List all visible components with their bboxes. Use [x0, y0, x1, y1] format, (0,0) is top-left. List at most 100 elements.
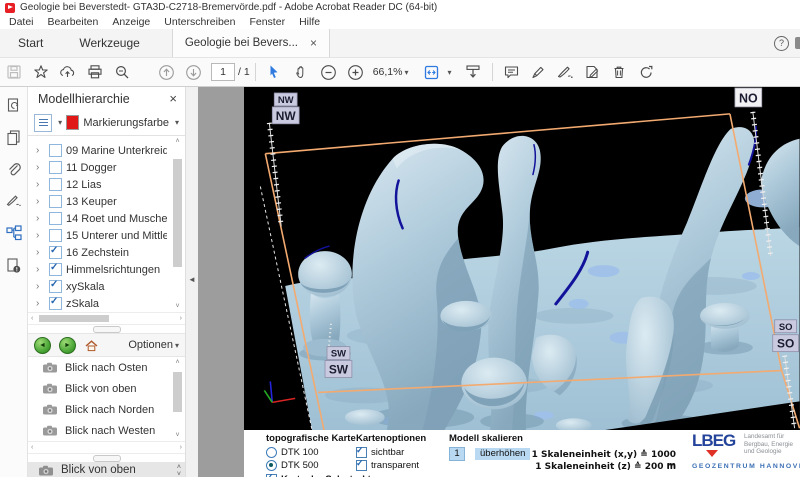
select-tool-icon[interactable]	[261, 60, 288, 84]
collapse-panel-icon[interactable]: ◄	[188, 275, 196, 284]
visibility-checkbox[interactable]	[49, 229, 62, 242]
edit-page-icon[interactable]	[579, 60, 606, 84]
panel-divider[interactable]: ◄	[185, 87, 198, 477]
menu-item[interactable]: Anzeige	[105, 16, 157, 28]
search-icon[interactable]	[108, 60, 135, 84]
account-icon[interactable]	[795, 37, 800, 49]
panel-splitter[interactable]	[28, 454, 185, 463]
visibility-checkbox[interactable]	[49, 144, 62, 157]
visibility-checkbox[interactable]	[49, 212, 62, 225]
chevron-right-icon[interactable]: ›	[36, 213, 45, 224]
visibility-checkbox[interactable]	[49, 161, 62, 174]
menu-item[interactable]: Unterschreiben	[157, 16, 242, 28]
model-tree-item[interactable]: › 11 Dogger	[36, 159, 167, 176]
chevron-right-icon[interactable]: ›	[36, 230, 45, 241]
scroll-right-icon[interactable]: ›	[180, 315, 182, 322]
marker-color-caret-icon[interactable]: ▾	[175, 118, 179, 127]
active-view-row[interactable]: Blick von oben ˄˅	[28, 463, 185, 477]
dtk100-radio[interactable]	[266, 447, 277, 458]
model-tree-item[interactable]: › 14 Roet und Muschelkalk	[36, 210, 167, 227]
chevron-right-icon[interactable]: ›	[36, 264, 45, 275]
layers-info-icon[interactable]	[4, 255, 24, 275]
marker-color-swatch[interactable]	[66, 115, 79, 130]
hand-tool-icon[interactable]	[288, 60, 315, 84]
rotate-icon[interactable]	[633, 60, 660, 84]
fit-page-icon[interactable]	[418, 60, 445, 84]
menu-item[interactable]: Datei	[2, 16, 41, 28]
chevron-right-icon[interactable]: ›	[36, 179, 45, 190]
scroll-up-icon[interactable]: ˄	[175, 359, 179, 366]
sign-icon[interactable]	[552, 60, 579, 84]
fit-page-caret-icon[interactable]: ▾	[447, 68, 451, 77]
model-tree-icon[interactable]	[4, 223, 24, 243]
visibility-checkbox[interactable]	[49, 195, 62, 208]
views-horizontal-scrollbar[interactable]: ‹ ›	[28, 442, 185, 454]
tree-horizontal-scrollbar[interactable]: ‹ ›	[28, 313, 185, 325]
visibility-checkbox[interactable]	[49, 178, 62, 191]
comment-icon[interactable]	[498, 60, 525, 84]
tab-start[interactable]: Start	[0, 29, 61, 57]
saved-view-item[interactable]: Blick nach Norden	[28, 399, 185, 420]
tree-view-mode-icon[interactable]	[34, 114, 52, 132]
close-tab-icon[interactable]: ×	[310, 36, 317, 50]
visibility-checkbox[interactable]	[49, 246, 62, 259]
page-thumbnails-icon[interactable]	[4, 127, 24, 147]
chevron-right-icon[interactable]: ›	[36, 196, 45, 207]
zoom-out-icon[interactable]	[315, 60, 342, 84]
menu-item[interactable]: Bearbeiten	[41, 16, 106, 28]
model-tree-item[interactable]: › 13 Keuper	[36, 193, 167, 210]
visibility-checkbox[interactable]	[49, 280, 62, 293]
model-tree-item[interactable]: › xySkala	[36, 278, 167, 295]
close-panel-icon[interactable]: ×	[169, 91, 177, 106]
scroll-left-icon[interactable]: ‹	[31, 444, 33, 451]
scrollbar-thumb[interactable]	[173, 159, 182, 267]
menu-item[interactable]: Fenster	[242, 16, 292, 28]
zoom-level-value[interactable]: 66,1%	[373, 66, 403, 78]
visibility-checkbox[interactable]	[49, 297, 62, 310]
model-tree-item[interactable]: › 12 Lias	[36, 176, 167, 193]
tree-vertical-scrollbar[interactable]: ˄ ˅	[172, 138, 183, 310]
scroll-down-icon[interactable]: ˅	[175, 303, 179, 310]
views-options-button[interactable]: Optionen ▾	[128, 339, 179, 351]
scrollbar-thumb[interactable]	[173, 372, 182, 412]
model-tree-item[interactable]: › zSkala	[36, 295, 167, 312]
chevron-right-icon[interactable]: ›	[36, 281, 45, 292]
chevron-right-icon[interactable]: ›	[36, 298, 45, 309]
scale-factor-input[interactable]: 1	[449, 447, 465, 461]
scroll-left-icon[interactable]: ‹	[31, 315, 33, 322]
previous-page-icon[interactable]	[153, 60, 180, 84]
saved-view-item[interactable]: Blick von oben	[28, 378, 185, 399]
visibility-checkbox[interactable]	[49, 263, 62, 276]
next-page-icon[interactable]	[180, 60, 207, 84]
previous-view-button[interactable]: ◄	[34, 337, 51, 354]
tab-document[interactable]: Geologie bei Bevers... ×	[172, 29, 330, 57]
next-view-button[interactable]: ►	[59, 337, 76, 354]
views-vertical-scrollbar[interactable]: ˄ ˅	[172, 359, 183, 439]
zoom-caret-icon[interactable]: ▾	[404, 68, 408, 77]
signatures-icon[interactable]	[4, 191, 24, 211]
view-spinner[interactable]: ˄˅	[177, 464, 181, 477]
dtk500-radio[interactable]	[266, 460, 277, 471]
3d-model-viewport[interactable]: NW NW NO SW SW SO SO	[244, 87, 800, 430]
print-icon[interactable]	[81, 60, 108, 84]
highlight-icon[interactable]	[525, 60, 552, 84]
cloud-upload-icon[interactable]	[54, 60, 81, 84]
save-icon[interactable]	[0, 60, 27, 84]
attachments-icon[interactable]	[4, 159, 24, 179]
chevron-right-icon[interactable]: ›	[36, 247, 45, 258]
visible-checkbox[interactable]	[356, 447, 367, 458]
delete-page-icon[interactable]	[606, 60, 633, 84]
scrolling-mode-icon[interactable]	[460, 60, 487, 84]
chevron-right-icon[interactable]: ›	[36, 162, 45, 173]
chevron-right-icon[interactable]: ›	[36, 145, 45, 156]
export-page-icon[interactable]	[4, 95, 24, 115]
menu-item[interactable]: Hilfe	[292, 16, 327, 28]
model-tree-item[interactable]: › 09 Marine Unterkreide	[36, 142, 167, 159]
model-tree-item[interactable]: › Himmelsrichtungen	[36, 261, 167, 278]
star-favorites-icon[interactable]	[27, 60, 54, 84]
tab-tools[interactable]: Werkzeuge	[61, 29, 157, 57]
page-number-input[interactable]: 1	[211, 63, 235, 81]
model-tree-item[interactable]: › 16 Zechstein	[36, 244, 167, 261]
model-tree-item[interactable]: › 15 Unterer und Mittlerer Bur	[36, 227, 167, 244]
transparent-checkbox[interactable]	[356, 460, 367, 471]
